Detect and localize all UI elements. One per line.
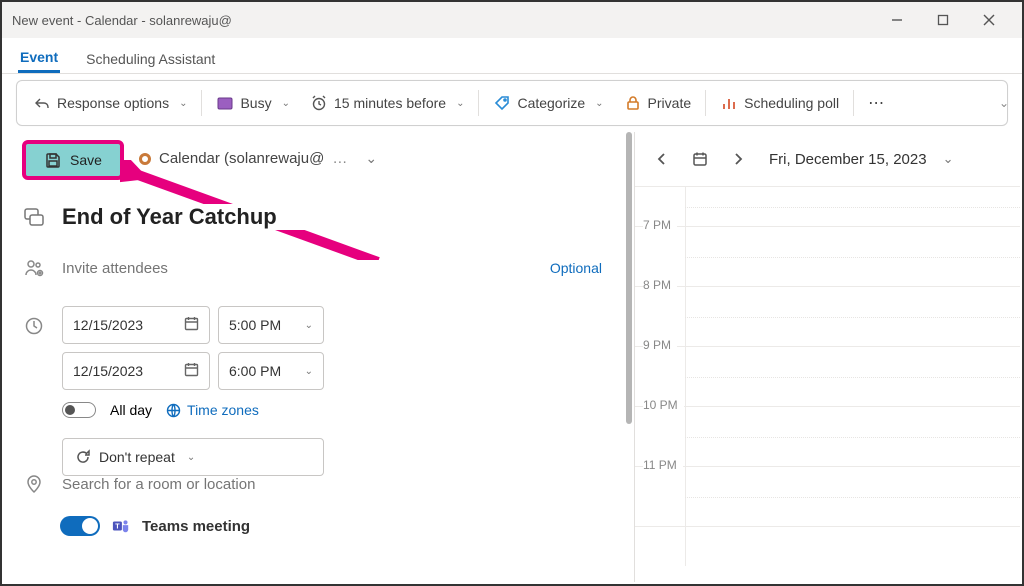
reminder-label: 15 minutes before [334,95,446,111]
clock-icon [22,316,46,476]
location-input[interactable] [62,476,512,493]
scrollbar-thumb[interactable] [626,132,632,424]
hour-label: 11 PM [643,458,683,472]
calendar-icon [184,316,199,334]
chevron-down-icon: ⌄ [305,320,313,331]
lock-icon [624,94,642,112]
titlebar: New event - Calendar - solanrewaju@ [2,2,1022,38]
separator [201,90,202,116]
start-time-input[interactable]: 5:00 PM⌄ [218,306,324,344]
start-date-input[interactable]: 12/15/2023 [62,306,210,344]
minimize-button[interactable] [874,2,920,38]
save-button[interactable]: Save [22,140,124,180]
chevron-down-icon: ⌄ [282,98,290,109]
title-icon [22,206,46,228]
people-icon [22,258,46,278]
categorize-label: Categorize [517,95,585,111]
window-title: New event - Calendar - solanrewaju@ [12,13,874,28]
calendar-preview: Fri, December 15, 2023 ⌄ 7 PM 8 PM 9 PM … [634,132,1020,582]
show-as-button[interactable]: Busy ⌄ [206,86,300,120]
optional-link[interactable]: Optional [550,260,602,276]
tag-icon [493,94,511,112]
hour-label: 9 PM [643,338,677,352]
chevron-down-icon: ⌄ [179,98,187,109]
hour-label: 10 PM [643,398,684,412]
more-button[interactable]: ⋯ [858,86,896,120]
chevron-down-icon: ⌄ [187,452,195,463]
show-as-label: Busy [240,95,271,111]
chevron-down-icon[interactable]: ⌄ [999,96,1009,110]
tab-scheduling-assistant[interactable]: Scheduling Assistant [84,43,217,73]
response-options-label: Response options [57,95,169,111]
all-day-toggle[interactable] [62,402,96,418]
scheduling-poll-button[interactable]: Scheduling poll [710,86,849,120]
private-label: Private [648,95,692,111]
event-title-input[interactable] [62,204,562,230]
chevron-down-icon: ⌄ [943,151,954,167]
busy-icon [216,94,234,112]
attendees-input[interactable] [62,260,534,277]
all-day-label: All day [110,402,152,418]
mail-reply-icon [33,94,51,112]
event-form: Save Calendar (solanrewaju@ … ⌄ Opti [4,132,634,582]
separator [853,90,854,116]
recurrence-button[interactable]: Don't repeat⌄ [62,438,324,476]
teams-meeting-toggle[interactable] [60,516,100,536]
calendar-ellipsis: … [332,150,347,167]
tab-strip: Event Scheduling Assistant [2,38,1022,74]
chevron-down-icon: ⌄ [305,366,313,377]
prev-day-button[interactable] [649,146,675,172]
end-date-input[interactable]: 12/15/2023 [62,352,210,390]
chevron-down-icon: ⌄ [456,98,464,109]
location-icon [22,474,46,494]
preview-date[interactable]: Fri, December 15, 2023 [769,151,927,168]
hour-label: 7 PM [643,218,677,232]
close-button[interactable] [966,2,1012,38]
repeat-icon [75,449,91,465]
reminder-button[interactable]: 15 minutes before ⌄ [300,86,474,120]
time-zones-link[interactable]: Time zones [166,402,259,418]
ellipsis-icon: ⋯ [868,93,886,113]
calendar-color-dot [139,153,151,165]
tab-event[interactable]: Event [18,41,60,73]
chevron-down-icon: ⌄ [595,98,603,109]
ribbon: Response options ⌄ Busy ⌄ 15 minutes befor… [16,80,1008,126]
alarm-icon [310,94,328,112]
categorize-button[interactable]: Categorize ⌄ [483,86,613,120]
next-day-button[interactable] [725,146,751,172]
calendar-selector[interactable]: Calendar (solanrewaju@ … ⌄ [139,150,377,167]
end-time-input[interactable]: 6:00 PM⌄ [218,352,324,390]
save-label: Save [70,152,102,168]
separator [705,90,706,116]
save-icon [44,151,62,169]
teams-icon: T [112,517,130,535]
teams-meeting-label: Teams meeting [142,518,250,535]
time-grid[interactable]: 7 PM 8 PM 9 PM 10 PM 11 PM [635,186,1020,566]
hour-label: 8 PM [643,278,677,292]
calendar-name: Calendar (solanrewaju@ [159,150,324,167]
private-button[interactable]: Private [614,86,702,120]
response-options-button[interactable]: Response options ⌄ [23,86,197,120]
poll-icon [720,94,738,112]
calendar-icon [184,362,199,380]
scheduling-poll-label: Scheduling poll [744,95,839,111]
separator [478,90,479,116]
svg-text:T: T [115,522,120,531]
maximize-button[interactable] [920,2,966,38]
chevron-down-icon: ⌄ [365,150,377,167]
today-button[interactable] [687,146,713,172]
